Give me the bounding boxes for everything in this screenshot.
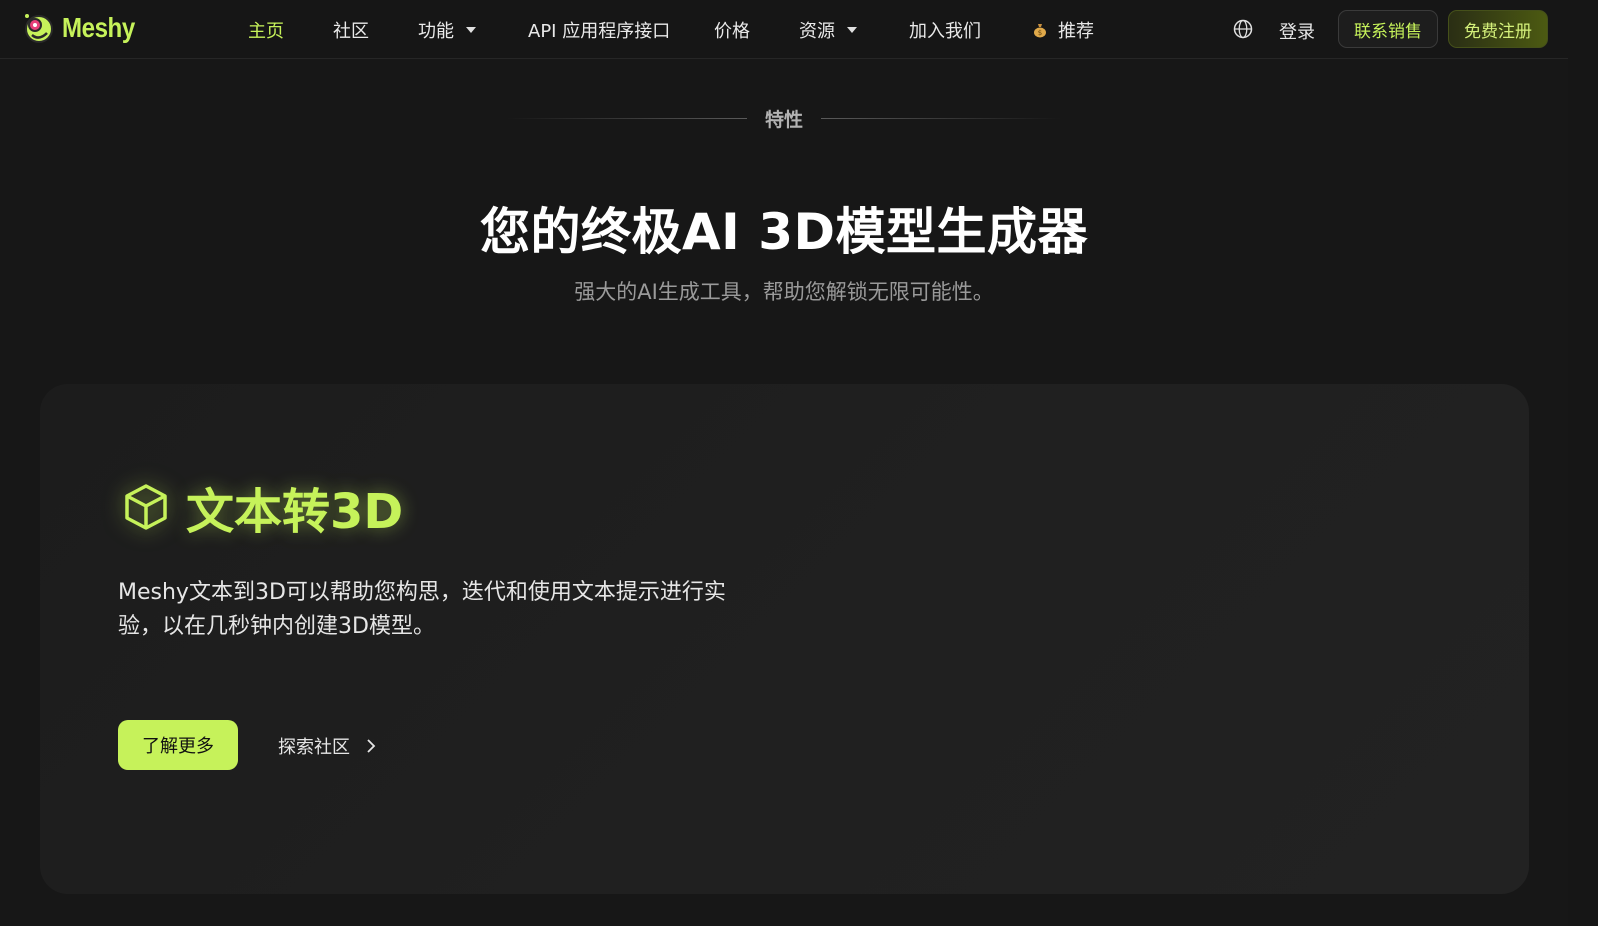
learn-more-button[interactable]: 了解更多	[118, 720, 238, 770]
divider	[821, 118, 1061, 119]
feature-heading: 文本转3D	[120, 472, 403, 542]
free-signup-button[interactable]: 免费注册	[1448, 10, 1548, 48]
scrollbar[interactable]	[1568, 0, 1598, 926]
nav-item-referral[interactable]: $ 推荐	[1032, 17, 1132, 43]
page-title: 您的终极AI 3D模型生成器	[479, 203, 1088, 261]
nav-item-join-us[interactable]: 加入我们	[909, 17, 1032, 43]
meshy-logo-icon	[25, 14, 53, 43]
nav-item-label: 功能	[418, 20, 454, 42]
svg-text:$: $	[1038, 29, 1042, 37]
cube-icon	[125, 484, 167, 530]
nav-item-label: 加入我们	[909, 20, 981, 42]
nav-item-label: API 应用程序接口	[528, 20, 671, 42]
nav-item-resources[interactable]: 资源	[799, 17, 909, 43]
nav-item-pricing[interactable]: 价格	[714, 17, 799, 43]
main-menu: 主页 社区 功能 API 应用程序接口 价格 资源 加入我们 $ 推荐	[248, 0, 1132, 59]
nav-item-label: 价格	[714, 20, 750, 42]
nav-item-community[interactable]: 社区	[333, 17, 418, 43]
chevron-down-icon	[466, 26, 476, 33]
globe-icon[interactable]	[1233, 19, 1253, 39]
explore-community-link[interactable]: 探索社区	[278, 733, 378, 759]
money-bag-icon: $	[1034, 23, 1046, 37]
eyebrow-label: 特性	[764, 109, 803, 131]
chevron-right-icon	[367, 739, 376, 753]
nav-item-label: 社区	[333, 20, 369, 42]
divider	[506, 118, 747, 119]
nav-item-api[interactable]: API 应用程序接口	[528, 17, 714, 43]
login-link[interactable]: 登录	[1279, 18, 1315, 44]
feature-description: Meshy文本到3D可以帮助您构思，迭代和使用文本提示进行实验，以在几秒钟内创建…	[118, 580, 726, 639]
contact-sales-button[interactable]: 联系销售	[1338, 10, 1438, 48]
page-subtitle: 强大的AI生成工具，帮助您解锁无限可能性。	[574, 280, 994, 304]
brand-name: Meshy	[62, 12, 135, 43]
explore-community-label: 探索社区	[278, 737, 350, 758]
nav-item-features[interactable]: 功能	[418, 17, 528, 43]
nav-item-label: 推荐	[1058, 20, 1094, 42]
nav-item-label: 主页	[248, 20, 284, 42]
nav-item-home[interactable]: 主页	[248, 17, 333, 43]
chevron-down-icon	[847, 26, 857, 33]
feature-title: 文本转3D	[186, 484, 404, 540]
nav-item-label: 资源	[799, 20, 835, 42]
page: Meshy 主页 社区 功能 API 应用程序接口 价格 资源 加入我们 $ 推…	[0, 0, 1598, 926]
logo[interactable]: Meshy	[22, 11, 147, 45]
top-navbar: Meshy 主页 社区 功能 API 应用程序接口 价格 资源 加入我们 $ 推…	[0, 0, 1598, 59]
section-eyebrow: 特性	[0, 105, 1568, 132]
